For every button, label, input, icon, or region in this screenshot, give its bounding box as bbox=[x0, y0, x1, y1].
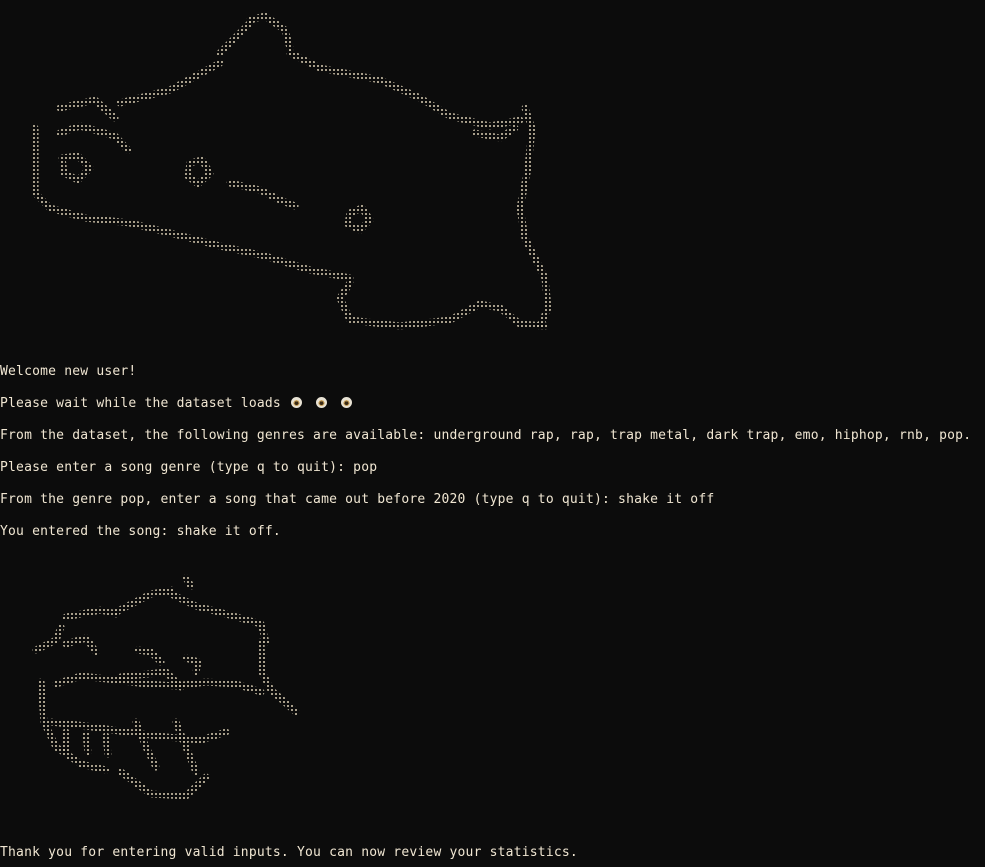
loading-line: Please wait while the dataset loads bbox=[0, 396, 352, 412]
spinner-icon bbox=[290, 397, 302, 408]
terminal-window: Welcome new user! Please wait while the … bbox=[0, 0, 985, 867]
cupcake-ascii-art bbox=[32, 574, 300, 800]
welcome-text: Welcome new user! bbox=[0, 364, 137, 379]
spinner-icon bbox=[315, 397, 327, 408]
genres-text: From the dataset, the following genres a… bbox=[0, 428, 972, 443]
entered-song-text: You entered the song: shake it off. bbox=[0, 524, 281, 539]
cat-ascii-art bbox=[31, 12, 552, 330]
loading-text: Please wait while the dataset loads bbox=[0, 396, 281, 411]
thanks-text: Thank you for entering valid inputs. You… bbox=[0, 845, 578, 860]
song-prompt[interactable]: From the genre pop, enter a song that ca… bbox=[0, 492, 714, 508]
genre-prompt[interactable]: Please enter a song genre (type q to qui… bbox=[0, 460, 377, 476]
spinner-icon bbox=[340, 397, 352, 408]
